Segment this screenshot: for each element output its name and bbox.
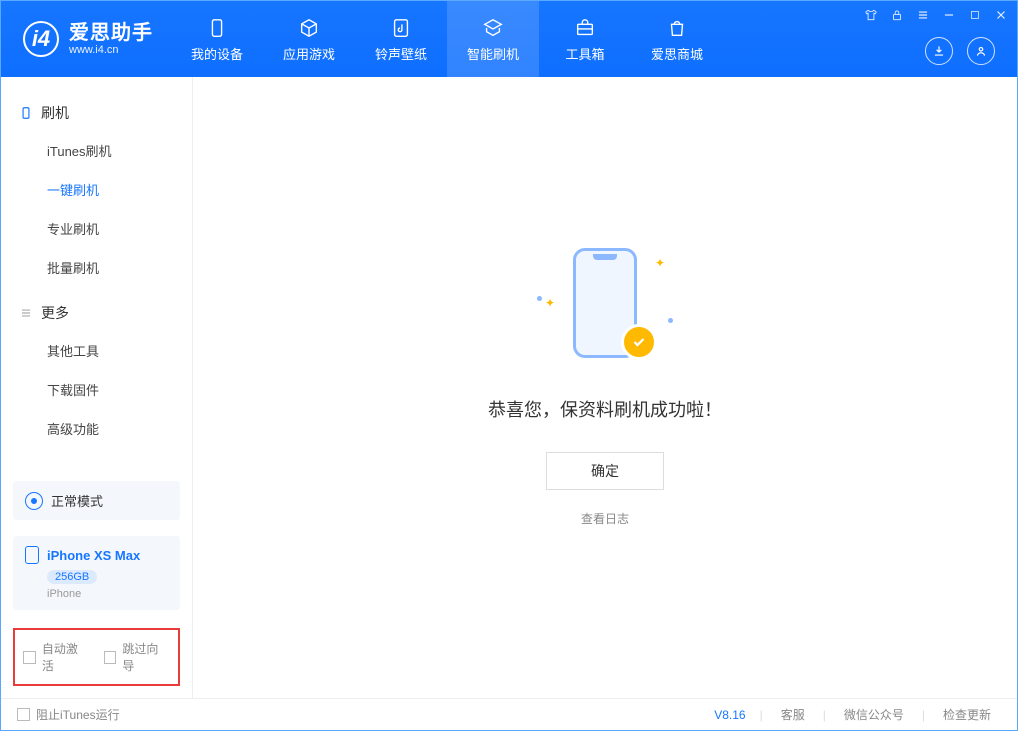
mode-card[interactable]: 正常模式 — [13, 481, 180, 520]
app-header: i4 爱思助手 www.i4.cn 我的设备 应用游戏 铃声壁纸 智能刷机 工具… — [1, 1, 1017, 77]
tshirt-icon[interactable] — [863, 7, 879, 23]
section-title: 更多 — [41, 303, 69, 323]
cube-icon — [297, 16, 321, 40]
app-subtitle: www.i4.cn — [69, 44, 153, 56]
checkbox-block-itunes[interactable]: 阻止iTunes运行 — [17, 706, 120, 723]
ok-button[interactable]: 确定 — [546, 452, 664, 490]
checkbox-label: 跳过向导 — [122, 640, 170, 674]
menu-icon[interactable] — [915, 7, 931, 23]
device-phone-icon — [25, 546, 39, 564]
view-log-link[interactable]: 查看日志 — [581, 510, 629, 527]
section-title: 刷机 — [41, 103, 69, 123]
nav-label: 铃声壁纸 — [375, 44, 427, 63]
list-icon — [19, 306, 33, 320]
sidebar-item-oneclick-flash[interactable]: 一键刷机 — [1, 170, 192, 209]
main-nav: 我的设备 应用游戏 铃声壁纸 智能刷机 工具箱 爱思商城 — [171, 1, 723, 77]
version-label: V8.16 — [714, 708, 751, 722]
decor-dot — [537, 296, 542, 301]
bag-icon — [665, 16, 689, 40]
check-badge-icon — [621, 324, 657, 360]
device-card[interactable]: iPhone XS Max 256GB iPhone — [13, 536, 180, 610]
sidebar-item-batch-flash[interactable]: 批量刷机 — [1, 248, 192, 287]
device-capacity: 256GB — [47, 570, 97, 584]
checkbox-icon — [23, 651, 36, 664]
options-highlight-box: 自动激活 跳过向导 — [13, 628, 180, 686]
nav-smart-flash[interactable]: 智能刷机 — [447, 1, 539, 77]
footer-link-update[interactable]: 检查更新 — [933, 706, 1001, 723]
sidebar-header-flash: 刷机 — [1, 95, 192, 131]
checkbox-icon — [17, 708, 30, 721]
device-name: iPhone XS Max — [47, 548, 140, 563]
app-title: 爱思助手 — [69, 22, 153, 44]
sidebar: 刷机 iTunes刷机 一键刷机 专业刷机 批量刷机 更多 其他工具 下载固件 … — [1, 77, 193, 698]
checkbox-auto-activate[interactable]: 自动激活 — [23, 640, 90, 674]
success-message: 恭喜您，保资料刷机成功啦！ — [488, 396, 722, 422]
music-icon — [389, 16, 413, 40]
sidebar-item-itunes-flash[interactable]: iTunes刷机 — [1, 131, 192, 170]
nav-label: 智能刷机 — [467, 44, 519, 63]
sidebar-item-advanced[interactable]: 高级功能 — [1, 409, 192, 448]
logo-text: 爱思助手 www.i4.cn — [69, 22, 153, 56]
nav-apps-games[interactable]: 应用游戏 — [263, 1, 355, 77]
mode-label: 正常模式 — [51, 491, 103, 510]
footer-link-support[interactable]: 客服 — [771, 706, 815, 723]
logo-icon: i4 — [23, 21, 59, 57]
sparkle-icon: ✦ — [655, 256, 665, 270]
window-controls — [863, 7, 1009, 23]
checkbox-label: 阻止iTunes运行 — [36, 706, 120, 723]
checkbox-skip-guide[interactable]: 跳过向导 — [104, 640, 171, 674]
main-content: ✦ ✦ 恭喜您，保资料刷机成功啦！ 确定 查看日志 — [193, 77, 1017, 698]
nav-store[interactable]: 爱思商城 — [631, 1, 723, 77]
sidebar-item-other-tools[interactable]: 其他工具 — [1, 331, 192, 370]
app-body: 刷机 iTunes刷机 一键刷机 专业刷机 批量刷机 更多 其他工具 下载固件 … — [1, 77, 1017, 698]
phone-outline-icon — [19, 106, 33, 120]
minimize-button[interactable] — [941, 7, 957, 23]
checkbox-icon — [104, 651, 117, 664]
nav-label: 爱思商城 — [651, 44, 703, 63]
sidebar-item-download-firmware[interactable]: 下载固件 — [1, 370, 192, 409]
sparkle-icon: ✦ — [545, 296, 555, 310]
nav-label: 应用游戏 — [283, 44, 335, 63]
lock-icon[interactable] — [889, 7, 905, 23]
nav-label: 工具箱 — [565, 44, 604, 63]
user-button[interactable] — [967, 37, 995, 65]
sidebar-header-more: 更多 — [1, 295, 192, 331]
download-button[interactable] — [925, 37, 953, 65]
nav-my-device[interactable]: 我的设备 — [171, 1, 263, 77]
decor-dot — [668, 318, 673, 323]
nav-ringtone-wallpaper[interactable]: 铃声壁纸 — [355, 1, 447, 77]
maximize-button[interactable] — [967, 7, 983, 23]
logo-area: i4 爱思助手 www.i4.cn — [1, 1, 171, 77]
sidebar-item-pro-flash[interactable]: 专业刷机 — [1, 209, 192, 248]
footer-link-wechat[interactable]: 微信公众号 — [834, 706, 914, 723]
sidebar-section-more: 更多 其他工具 下载固件 高级功能 — [1, 295, 192, 448]
close-button[interactable] — [993, 7, 1009, 23]
refresh-icon — [481, 16, 505, 40]
toolbox-icon — [573, 16, 597, 40]
checkbox-label: 自动激活 — [42, 640, 90, 674]
status-bar: 阻止iTunes运行 V8.16 | 客服 | 微信公众号 | 检查更新 — [1, 698, 1017, 730]
mode-indicator-icon — [25, 492, 43, 510]
device-type: iPhone — [47, 588, 168, 600]
nav-label: 我的设备 — [191, 44, 243, 63]
nav-toolbox[interactable]: 工具箱 — [539, 1, 631, 77]
header-actions — [925, 37, 995, 65]
sidebar-section-flash: 刷机 iTunes刷机 一键刷机 专业刷机 批量刷机 — [1, 95, 192, 287]
success-illustration: ✦ ✦ — [535, 248, 675, 368]
device-icon — [205, 16, 229, 40]
